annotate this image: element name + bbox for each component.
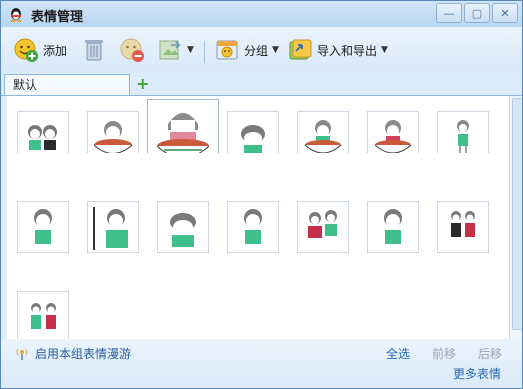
add-label: 添加 <box>43 43 68 58</box>
emoticon-thumbnail[interactable] <box>17 201 69 253</box>
girl-thinking-icon <box>244 209 262 244</box>
emoticon-thumbnail[interactable] <box>87 201 139 253</box>
broadcast-icon <box>16 348 28 360</box>
remove-emoticon-icon <box>120 38 144 62</box>
girl-waving-icon <box>34 209 52 244</box>
import-export-button[interactable]: 导入和导出 ▼ <box>287 35 388 65</box>
chevron-down-icon: ▼ <box>381 45 388 55</box>
girls-couple-icon <box>451 211 475 237</box>
maximize-button[interactable]: ▢ <box>464 3 490 23</box>
girl-sad-icon <box>384 209 402 244</box>
emoticon-grid <box>7 96 509 339</box>
emoticon-thumbnail[interactable] <box>157 201 209 253</box>
minimize-button[interactable]: — <box>436 3 462 23</box>
move-forward-link[interactable]: 前移 <box>432 345 456 362</box>
emoticon-thumbnail[interactable] <box>367 201 419 253</box>
emoticon-thumbnail[interactable] <box>437 201 489 253</box>
girls-fighting-icon <box>308 210 337 238</box>
footer-bar: 启用本组表情漫游 全选 前移 后移 更多表情 <box>1 339 522 388</box>
group-label: 分组 <box>244 43 269 58</box>
add-group-icon[interactable]: + <box>136 76 149 92</box>
image-export-icon <box>159 40 181 60</box>
add-button[interactable]: 添加 <box>13 35 67 65</box>
window-title: 表情管理 <box>31 10 84 25</box>
group-button[interactable]: 分组 ▼ <box>214 35 279 65</box>
roam-toggle[interactable]: 启用本组表情漫游 <box>15 345 131 362</box>
close-icon: ✕ <box>500 6 510 20</box>
group-tabs: 默认 + <box>1 73 522 96</box>
title-bar: 表情管理 — ▢ ✕ <box>1 1 522 27</box>
remove-emoticon-button[interactable] <box>119 35 145 65</box>
girl-peeking-icon <box>93 207 128 250</box>
more-emoticons-link[interactable]: 更多表情 <box>453 365 501 382</box>
chevron-down-icon: ▼ <box>187 45 194 55</box>
move-back-link[interactable]: 后移 <box>478 345 502 362</box>
delete-button[interactable] <box>81 35 107 65</box>
export-image-button[interactable]: ▼ <box>157 35 194 65</box>
rendering-gap <box>15 153 505 181</box>
minimize-icon: — <box>443 6 455 20</box>
emoticon-manager-window: 表情管理 — ▢ ✕ 添加 ▼ 分组 ▼ 导入和导出 ▼ 默认 + 启用本组表情… <box>0 0 523 389</box>
girl-smiling-icon <box>170 213 196 247</box>
scrollbar-thumb[interactable] <box>512 98 522 330</box>
toolbar: 添加 ▼ 分组 ▼ 导入和导出 ▼ <box>1 27 522 73</box>
import-export-label: 导入和导出 <box>317 43 378 58</box>
emoticon-thumbnail[interactable] <box>17 291 69 339</box>
vertical-scrollbar[interactable] <box>509 96 522 339</box>
maximize-icon: ▢ <box>471 6 483 20</box>
tab-default[interactable]: 默认 <box>4 74 130 95</box>
close-button[interactable]: ✕ <box>492 3 518 23</box>
group-icon <box>216 40 238 60</box>
add-emoticon-icon <box>14 38 38 62</box>
penguin-icon <box>10 8 22 22</box>
toolbar-divider <box>204 41 205 63</box>
trash-icon <box>85 40 103 61</box>
select-all-link[interactable]: 全选 <box>386 345 410 362</box>
roam-label: 启用本组表情漫游 <box>35 347 132 361</box>
emoticon-thumbnail[interactable] <box>227 201 279 253</box>
import-export-icon <box>289 39 312 60</box>
emoticon-thumbnail[interactable] <box>297 201 349 253</box>
girls-standing-icon <box>31 303 56 329</box>
chevron-down-icon: ▼ <box>272 45 279 55</box>
